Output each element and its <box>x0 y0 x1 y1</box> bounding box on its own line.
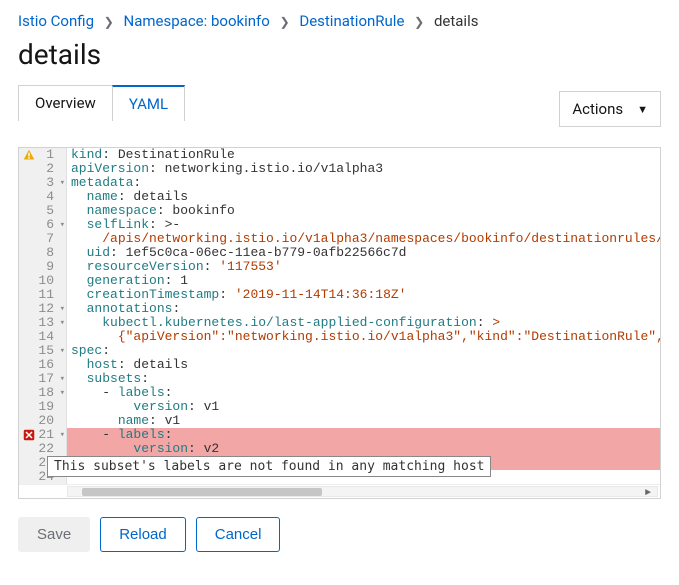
code-line[interactable]: {"apiVersion":"networking.istio.io/v1alp… <box>67 330 660 344</box>
gutter-line: 11 <box>19 288 66 302</box>
gutter-line: 16 <box>19 358 66 372</box>
tab-yaml[interactable]: YAML <box>112 85 185 121</box>
code-line[interactable]: generation: 1 <box>67 274 660 288</box>
code-line[interactable]: name: v1 <box>67 414 660 428</box>
gutter-line: 21▾ <box>19 428 66 442</box>
gutter-line: 14 <box>19 330 66 344</box>
code-line[interactable]: uid: 1ef5c0ca-06ec-11ea-b779-0afb22566c7… <box>67 246 660 260</box>
chevron-right-icon: ❯ <box>414 15 424 29</box>
gutter-line: 12▾ <box>19 302 66 316</box>
gutter-line: 18▾ <box>19 386 66 400</box>
gutter-line: 22 <box>19 442 66 456</box>
code-line[interactable]: apiVersion: networking.istio.io/v1alpha3 <box>67 162 660 176</box>
save-button: Save <box>18 517 90 552</box>
scroll-right-icon[interactable]: ► <box>642 487 654 499</box>
yaml-editor[interactable]: 123▾456▾789101112▾13▾1415▾1617▾18▾192021… <box>18 147 661 499</box>
fold-toggle-icon[interactable]: ▾ <box>60 218 65 232</box>
gutter-line: 2 <box>19 162 66 176</box>
code-line[interactable]: version: v2 <box>67 442 660 456</box>
validation-tooltip: This subset's labels are not found in an… <box>47 456 491 477</box>
gutter-line: 5 <box>19 204 66 218</box>
code-line[interactable]: subsets: <box>67 372 660 386</box>
actions-dropdown-label: Actions <box>572 100 623 118</box>
gutter-line: 10 <box>19 274 66 288</box>
page-title: details <box>18 38 661 71</box>
fold-toggle-icon[interactable]: ▾ <box>60 386 65 400</box>
caret-down-icon: ▼ <box>637 103 648 116</box>
actions-dropdown[interactable]: Actions ▼ <box>559 91 661 127</box>
gutter-line: 17▾ <box>19 372 66 386</box>
gutter-line: 20 <box>19 414 66 428</box>
chevron-right-icon: ❯ <box>104 15 114 29</box>
code-line[interactable]: kubectl.kubernetes.io/last-applied-confi… <box>67 316 660 330</box>
fold-toggle-icon[interactable]: ▾ <box>60 372 65 386</box>
breadcrumb-current: details <box>434 12 479 30</box>
fold-toggle-icon[interactable]: ▾ <box>60 176 65 190</box>
code-line[interactable]: selfLink: >- <box>67 218 660 232</box>
code-line[interactable]: namespace: bookinfo <box>67 204 660 218</box>
fold-toggle-icon[interactable]: ▾ <box>60 302 65 316</box>
editor-code[interactable]: kind: DestinationRuleapiVersion: network… <box>67 148 660 484</box>
code-line[interactable]: spec: <box>67 344 660 358</box>
fold-toggle-icon[interactable]: ▾ <box>60 344 65 358</box>
gutter-line: 6▾ <box>19 218 66 232</box>
code-line[interactable]: version: v1 <box>67 400 660 414</box>
gutter-line: 13▾ <box>19 316 66 330</box>
button-row: Save Reload Cancel <box>18 517 661 552</box>
editor-gutter: 123▾456▾789101112▾13▾1415▾1617▾18▾192021… <box>19 148 67 484</box>
code-line[interactable]: annotations: <box>67 302 660 316</box>
cancel-button[interactable]: Cancel <box>196 517 281 552</box>
error-icon <box>23 429 35 441</box>
chevron-right-icon: ❯ <box>280 15 290 29</box>
code-line[interactable]: host: details <box>67 358 660 372</box>
gutter-line: 3▾ <box>19 176 66 190</box>
gutter-line: 4 <box>19 190 66 204</box>
code-line[interactable]: - labels: <box>67 386 660 400</box>
tabs: Overview YAML <box>18 85 184 121</box>
gutter-line: 8 <box>19 246 66 260</box>
tab-overview[interactable]: Overview <box>18 85 113 121</box>
breadcrumb-link-istio-config[interactable]: Istio Config <box>18 12 94 30</box>
gutter-line: 9 <box>19 260 66 274</box>
code-line[interactable]: kind: DestinationRule <box>67 148 660 162</box>
gutter-line: 19 <box>19 400 66 414</box>
fold-toggle-icon[interactable]: ▾ <box>60 316 65 330</box>
code-line[interactable]: creationTimestamp: '2019-11-14T14:36:18Z… <box>67 288 660 302</box>
scrollbar-thumb[interactable] <box>82 488 322 496</box>
breadcrumb-link-destinationrule[interactable]: DestinationRule <box>299 12 404 30</box>
breadcrumb-link-namespace[interactable]: Namespace: bookinfo <box>124 12 270 30</box>
reload-button[interactable]: Reload <box>100 517 186 552</box>
code-line[interactable]: name: details <box>67 190 660 204</box>
code-line[interactable]: - labels: <box>67 428 660 442</box>
gutter-line: 1 <box>19 148 66 162</box>
code-line[interactable]: metadata: <box>67 176 660 190</box>
fold-toggle-icon[interactable]: ▾ <box>60 428 65 442</box>
code-line[interactable]: resourceVersion: '117553' <box>67 260 660 274</box>
warning-icon <box>23 149 35 161</box>
gutter-line: 7 <box>19 232 66 246</box>
gutter-line: 15▾ <box>19 344 66 358</box>
code-line[interactable]: /apis/networking.istio.io/v1alpha3/names… <box>67 232 660 246</box>
breadcrumb: Istio Config ❯ Namespace: bookinfo ❯ Des… <box>18 12 661 30</box>
editor-horizontal-scrollbar[interactable]: ◄ ► <box>19 484 660 498</box>
